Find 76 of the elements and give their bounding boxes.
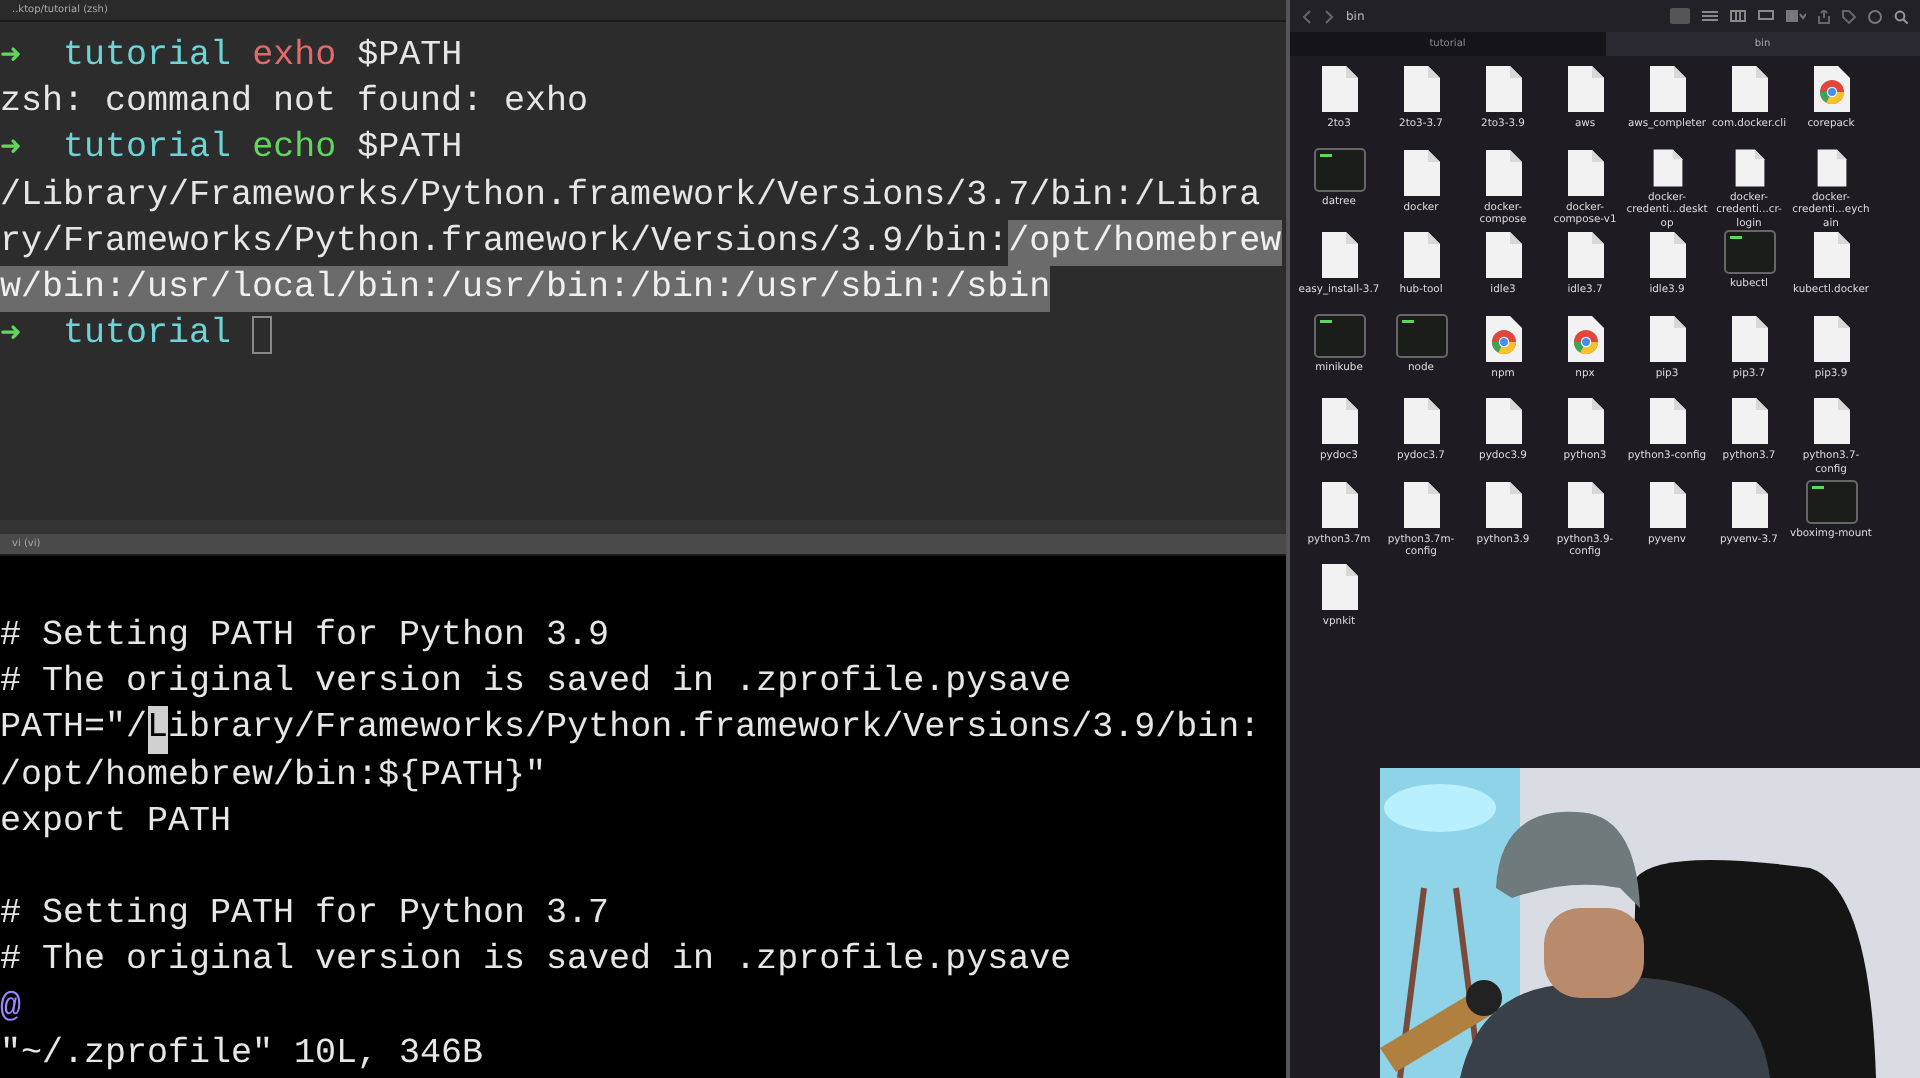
document-icon[interactable] bbox=[1401, 230, 1441, 280]
forward-icon[interactable] bbox=[1324, 9, 1334, 23]
back-icon[interactable] bbox=[1302, 9, 1312, 23]
share-icon[interactable] bbox=[1818, 9, 1830, 23]
prompt-directory: tutorial bbox=[61, 33, 232, 80]
list-view-icon[interactable] bbox=[1702, 10, 1718, 22]
terminal-icon[interactable] bbox=[1313, 313, 1365, 357]
selected-text: w/bin:/usr/local/bin:/usr/bin:/bin:/usr/sbin:/sbin bbox=[0, 265, 1051, 313]
document-icon[interactable] bbox=[1319, 396, 1359, 446]
document-icon[interactable] bbox=[1565, 313, 1605, 363]
document-icon[interactable] bbox=[1401, 479, 1441, 529]
output-text: ibrary/Frameworks/Python.framework/Versions/3.9/bin: bbox=[168, 706, 1261, 753]
document-icon[interactable] bbox=[1729, 313, 1769, 363]
terminal-icon[interactable] bbox=[1313, 147, 1365, 191]
cursor-character: L bbox=[147, 706, 169, 754]
output-text: "~/.zprofile" 10L, 346B bbox=[0, 1031, 484, 1078]
output-text: # Setting PATH for Python 3.9 bbox=[0, 614, 610, 661]
tag-icon[interactable] bbox=[1842, 9, 1856, 23]
document-icon[interactable] bbox=[1565, 479, 1605, 529]
terminal-icon[interactable] bbox=[1723, 230, 1775, 274]
output-text: /opt/homebrew/bin:${PATH}" bbox=[0, 753, 547, 800]
selected-text: /opt/homebrew bbox=[1008, 219, 1282, 266]
more-icon[interactable] bbox=[1868, 9, 1882, 23]
document-icon[interactable] bbox=[1647, 230, 1687, 280]
document-icon[interactable] bbox=[1319, 230, 1359, 280]
group-icon[interactable] bbox=[1786, 10, 1806, 22]
column-view-icon[interactable] bbox=[1730, 10, 1746, 22]
document-icon[interactable] bbox=[1483, 396, 1523, 446]
command-text: echo bbox=[250, 126, 337, 173]
document-icon[interactable] bbox=[1811, 230, 1851, 280]
document-icon[interactable] bbox=[1565, 64, 1605, 114]
output-text: PATH="/ bbox=[0, 706, 148, 753]
document-icon[interactable] bbox=[1647, 479, 1687, 529]
document-icon[interactable] bbox=[1319, 479, 1359, 529]
document-icon[interactable] bbox=[1483, 147, 1523, 197]
document-icon[interactable] bbox=[1811, 313, 1851, 363]
prompt-arrow: ➜ bbox=[0, 33, 22, 80]
search-icon[interactable] bbox=[1894, 9, 1908, 23]
output-text: ry/Frameworks/Python.framework/Versions/3.9/bin: bbox=[0, 219, 1009, 266]
document-icon[interactable] bbox=[1729, 64, 1769, 114]
prompt-directory: tutorial bbox=[61, 312, 232, 359]
document-icon[interactable] bbox=[1565, 396, 1605, 446]
document-icon[interactable] bbox=[1319, 64, 1359, 114]
prompt-arrow: ➜ bbox=[0, 126, 22, 173]
document-icon[interactable] bbox=[1401, 396, 1441, 446]
document-icon[interactable] bbox=[1811, 396, 1851, 446]
prompt-directory: tutorial bbox=[61, 126, 232, 173]
document-icon[interactable] bbox=[1483, 230, 1523, 280]
output-text: $PATH bbox=[355, 33, 463, 80]
document-icon[interactable] bbox=[1401, 147, 1441, 197]
output-text: # Setting PATH for Python 3.7 bbox=[0, 892, 610, 939]
document-icon[interactable] bbox=[1401, 64, 1441, 114]
output-text: export PATH bbox=[0, 799, 232, 846]
output-text: $PATH bbox=[355, 126, 463, 173]
output-text: /Library/Frameworks/Python.framework/Versions/3.7/bin:/Libra bbox=[0, 173, 1261, 220]
prompt-arrow: ➜ bbox=[0, 312, 22, 359]
output-text: # The original version is saved in .zprofile.pysave bbox=[0, 938, 1072, 985]
command-text: exho bbox=[250, 33, 337, 80]
document-icon[interactable] bbox=[1483, 64, 1523, 114]
output-text: zsh: command not found: exho bbox=[0, 80, 589, 127]
gallery-view-icon[interactable] bbox=[1758, 10, 1774, 22]
terminal-icon[interactable] bbox=[1805, 479, 1857, 523]
document-icon[interactable] bbox=[1729, 396, 1769, 446]
document-icon[interactable] bbox=[1565, 230, 1605, 280]
document-icon[interactable] bbox=[1647, 64, 1687, 114]
document-icon[interactable] bbox=[1565, 147, 1605, 197]
document-icon[interactable] bbox=[1647, 313, 1687, 363]
document-icon[interactable] bbox=[1647, 396, 1687, 446]
marker-character: @ bbox=[0, 985, 22, 1032]
document-icon[interactable] bbox=[1319, 562, 1359, 612]
document-icon[interactable] bbox=[1811, 64, 1851, 114]
document-icon[interactable] bbox=[1483, 313, 1523, 363]
document-icon[interactable] bbox=[1729, 479, 1769, 529]
terminal-icon[interactable] bbox=[1395, 313, 1447, 357]
document-icon[interactable] bbox=[1483, 479, 1523, 529]
output-text: # The original version is saved in .zprofile.pysave bbox=[0, 660, 1072, 707]
